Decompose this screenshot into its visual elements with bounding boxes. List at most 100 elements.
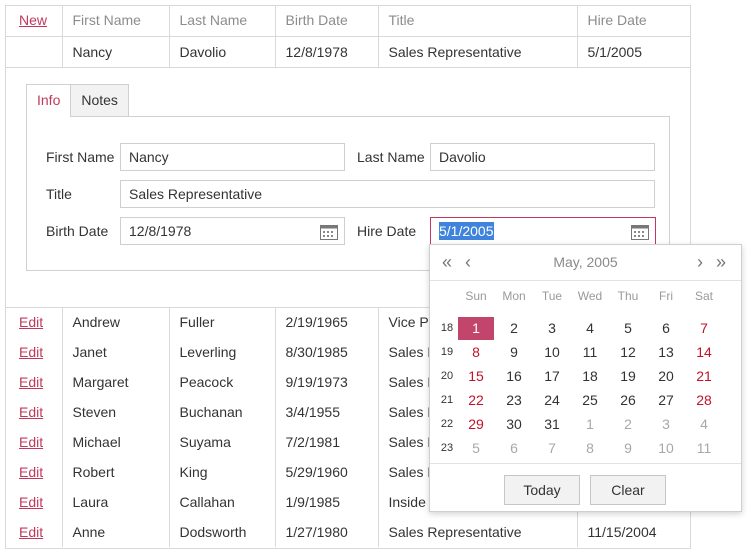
- calendar-day[interactable]: 8: [572, 437, 608, 460]
- calendar-day[interactable]: 2: [496, 317, 532, 340]
- edit-row-command: [5, 36, 63, 68]
- calendar-day[interactable]: 16: [496, 365, 532, 388]
- calendar-day[interactable]: 31: [534, 413, 570, 436]
- calendar-day[interactable]: 1: [458, 317, 494, 340]
- calendar-day[interactable]: 18: [572, 365, 608, 388]
- first-name-input[interactable]: Nancy: [120, 143, 345, 171]
- calendar-header: « ‹ May, 2005 › »: [430, 245, 741, 281]
- row-command-cell: Edit: [5, 307, 63, 337]
- cell-birth-date: 1/27/1980: [275, 517, 379, 547]
- calendar-day[interactable]: 28: [686, 389, 722, 412]
- calendar-footer: Today Clear: [430, 463, 741, 513]
- calendar-day[interactable]: 14: [686, 341, 722, 364]
- cell-first-name: Steven: [62, 397, 170, 427]
- birth-date-input[interactable]: 12/8/1978: [120, 217, 345, 245]
- calendar-day[interactable]: 7: [686, 317, 722, 340]
- calendar-day[interactable]: 11: [686, 437, 722, 460]
- calendar-day[interactable]: 2: [610, 413, 646, 436]
- hire-date-input[interactable]: 5/1/2005: [430, 217, 656, 245]
- calendar-day[interactable]: 29: [458, 413, 494, 436]
- clear-button[interactable]: Clear: [590, 475, 666, 505]
- calendar-day[interactable]: 11: [572, 341, 608, 364]
- week-number: 19: [440, 346, 454, 358]
- edit-link[interactable]: Edit: [19, 524, 43, 540]
- edit-link[interactable]: Edit: [19, 494, 43, 510]
- calendar-day[interactable]: 23: [496, 389, 532, 412]
- calendar-day[interactable]: 22: [458, 389, 494, 412]
- calendar-day[interactable]: 7: [534, 437, 570, 460]
- calendar-day[interactable]: 4: [572, 317, 608, 340]
- calendar-day[interactable]: 13: [648, 341, 684, 364]
- day-of-week-header: Fri: [659, 289, 673, 303]
- calendar-day[interactable]: 24: [534, 389, 570, 412]
- edit-link[interactable]: Edit: [19, 314, 43, 330]
- cell-birth-date: 2/19/1965: [275, 307, 379, 337]
- form-tabs: Info Notes: [26, 84, 129, 117]
- calendar-day[interactable]: 27: [648, 389, 684, 412]
- calendar-day[interactable]: 9: [610, 437, 646, 460]
- calendar-day[interactable]: 5: [458, 437, 494, 460]
- calendar-day[interactable]: 15: [458, 365, 494, 388]
- edit-link[interactable]: Edit: [19, 404, 43, 420]
- cell-title: Sales Representative: [378, 517, 578, 547]
- calendar-day[interactable]: 9: [496, 341, 532, 364]
- cell-birth-date: 9/19/1973: [275, 367, 379, 397]
- next-month-button[interactable]: ›: [697, 251, 703, 273]
- cell-birth-date: 7/2/1981: [275, 427, 379, 457]
- calendar-icon[interactable]: [320, 224, 338, 240]
- calendar-day[interactable]: 20: [648, 365, 684, 388]
- calendar-day[interactable]: 5: [610, 317, 646, 340]
- next-year-button[interactable]: »: [716, 251, 726, 273]
- hire-date-value: 5/1/2005: [439, 222, 494, 240]
- table-row: Edit Anne Dodsworth 1/27/1980 Sales Represen…: [5, 517, 691, 547]
- week-number: 21: [440, 394, 454, 406]
- day-of-week-header: Sun: [465, 289, 487, 303]
- calendar-day[interactable]: 3: [534, 317, 570, 340]
- calendar-day[interactable]: 25: [572, 389, 608, 412]
- calendar-day[interactable]: 4: [686, 413, 722, 436]
- grid-header-row: New First Name Last Name Birth Date Titl…: [5, 5, 691, 37]
- tab-info[interactable]: Info: [26, 84, 72, 117]
- title-input[interactable]: Sales Representative: [120, 180, 655, 208]
- tab-notes[interactable]: Notes: [70, 84, 129, 116]
- calendar-day[interactable]: 12: [610, 341, 646, 364]
- calendar-day[interactable]: 10: [648, 437, 684, 460]
- header-first-name[interactable]: First Name: [62, 5, 170, 37]
- new-link[interactable]: New: [19, 12, 47, 28]
- edit-link[interactable]: Edit: [19, 464, 43, 480]
- calendar-day[interactable]: 6: [648, 317, 684, 340]
- last-name-input[interactable]: Davolio: [430, 143, 655, 171]
- calendar-day[interactable]: 8: [458, 341, 494, 364]
- header-last-name[interactable]: Last Name: [169, 5, 276, 37]
- calendar-day[interactable]: 6: [496, 437, 532, 460]
- edit-link[interactable]: Edit: [19, 434, 43, 450]
- edit-link[interactable]: Edit: [19, 344, 43, 360]
- calendar-day[interactable]: 10: [534, 341, 570, 364]
- row-command-cell: Edit: [5, 517, 63, 547]
- header-birth-date[interactable]: Birth Date: [275, 5, 379, 37]
- row-command-cell: Edit: [5, 487, 63, 517]
- calendar-day[interactable]: 26: [610, 389, 646, 412]
- calendar-day[interactable]: 1: [572, 413, 608, 436]
- edit-row-last-name: Davolio: [169, 36, 276, 68]
- calendar-day[interactable]: 17: [534, 365, 570, 388]
- row-command-cell: Edit: [5, 337, 63, 367]
- calendar-day[interactable]: 19: [610, 365, 646, 388]
- cell-first-name: Robert: [62, 457, 170, 487]
- week-number: 23: [440, 442, 454, 454]
- header-title[interactable]: Title: [378, 5, 578, 37]
- header-hire-date[interactable]: Hire Date: [577, 5, 691, 37]
- week-number: 20: [440, 370, 454, 382]
- edit-link[interactable]: Edit: [19, 374, 43, 390]
- calendar-day[interactable]: 21: [686, 365, 722, 388]
- new-cell: New: [5, 5, 63, 37]
- row-command-cell: Edit: [5, 397, 63, 427]
- calendar-title[interactable]: May, 2005: [430, 254, 741, 270]
- hire-date-label: Hire Date: [357, 223, 417, 239]
- calendar-day[interactable]: 3: [648, 413, 684, 436]
- row-command-cell: Edit: [5, 427, 63, 457]
- first-name-label: First Name: [46, 149, 115, 165]
- calendar-day[interactable]: 30: [496, 413, 532, 436]
- calendar-icon[interactable]: [631, 224, 649, 240]
- today-button[interactable]: Today: [504, 475, 580, 505]
